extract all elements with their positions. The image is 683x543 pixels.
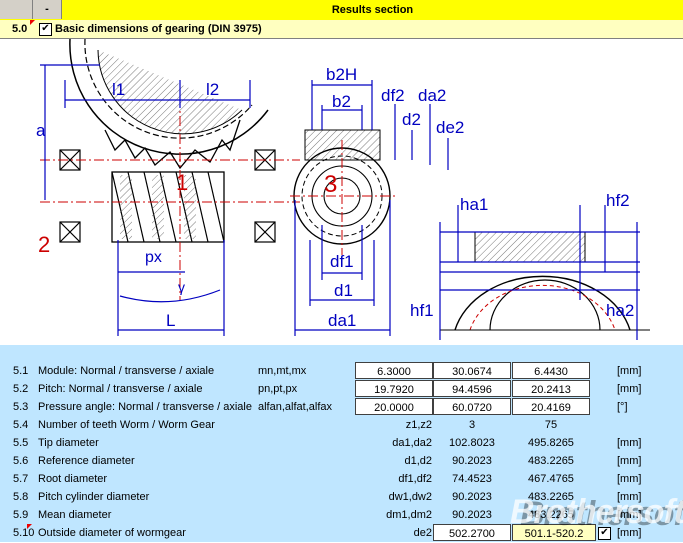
value-cell[interactable]: 20.2413 <box>512 380 590 397</box>
section-label: Basic dimensions of gearing (DIN 3975) <box>55 23 262 35</box>
table-row: 5.4 Number of teeth Worm / Worm Gear z1,… <box>0 416 683 434</box>
row-label: Pitch: Normal / transverse / axiale <box>38 383 203 395</box>
label-b2: b2 <box>332 92 351 111</box>
row-label: Root diameter <box>38 473 108 485</box>
value-cell[interactable]: 20.0000 <box>355 398 433 415</box>
row-number: 5.6 <box>13 455 29 467</box>
label-da2: da2 <box>418 86 446 105</box>
value-cell: 74.4523 <box>452 473 492 485</box>
label-a: a <box>36 121 46 140</box>
worm-front-view: b2H b2 3 df1 d1 da1 df2 da2 d2 de2 <box>290 65 464 336</box>
table-row: 5.2 Pitch: Normal / transverse / axiale … <box>0 380 683 398</box>
value-cell[interactable]: 6.3000 <box>355 362 433 379</box>
value-cell[interactable]: 6.4430 <box>512 362 590 379</box>
row-number: 5.7 <box>13 473 29 485</box>
label-l1: l1 <box>112 80 125 99</box>
comment-marker-icon <box>27 524 32 529</box>
row-label: Number of teeth Worm / Worm Gear <box>38 419 215 431</box>
row-number: 5.2 <box>13 383 29 395</box>
row-number: 5.1 <box>13 365 29 377</box>
row-label: Module: Normal / transverse / axiale <box>38 365 215 377</box>
collapse-button[interactable]: - <box>33 0 62 19</box>
worm-gear-side-view: l1 l2 a 1 2 px γ L <box>36 39 300 336</box>
value-cell[interactable]: 94.4596 <box>433 380 511 397</box>
value-cell: 467.4765 <box>528 473 574 485</box>
row-symbol: mn,mt,mx <box>258 365 307 377</box>
label-hf2: hf2 <box>606 191 630 210</box>
label-df1: df1 <box>330 252 354 271</box>
row-symbol: dw1,dw2 <box>388 491 432 503</box>
row-label: Mean diameter <box>38 509 112 521</box>
label-d2: d2 <box>402 110 421 129</box>
watermark-logo: Brothersoft <box>510 493 683 531</box>
value-cell: 90.2023 <box>452 509 492 521</box>
results-header-bar: - Results section <box>0 0 683 21</box>
table-row: 5.1 Module: Normal / transverse / axiale… <box>0 362 683 380</box>
label-de2: de2 <box>436 118 464 137</box>
tooth-profile-view: ha1 hf2 hf1 ha2 <box>410 191 650 340</box>
value-cell[interactable]: 30.0674 <box>433 362 511 379</box>
label-ha1: ha1 <box>460 195 488 214</box>
unit-label: [mm] <box>617 437 642 449</box>
row-number: 5.3 <box>13 401 29 413</box>
row-label: Tip diameter <box>38 437 99 449</box>
section-number: 5.0 <box>12 23 28 35</box>
table-row: 5.5 Tip diameter da1,da2 102.8023 495.82… <box>0 434 683 452</box>
unit-label: [mm] <box>617 455 642 467</box>
label-d1: d1 <box>334 281 353 300</box>
value-cell: 495.8265 <box>528 437 574 449</box>
label-hf1: hf1 <box>410 301 434 320</box>
value-cell: 90.2023 <box>452 491 492 503</box>
value-cell[interactable]: 60.0720 <box>433 398 511 415</box>
row-header-cell <box>0 0 33 19</box>
row-symbol: da1,da2 <box>392 437 432 449</box>
row-label: Pressure angle: Normal / transverse / ax… <box>38 401 252 413</box>
section-row: 5.0 ✔ Basic dimensions of gearing (DIN 3… <box>0 20 683 39</box>
value-cell: 102.8023 <box>449 437 495 449</box>
label-1: 1 <box>176 170 188 195</box>
label-da1: da1 <box>328 311 356 330</box>
row-label: Reference diameter <box>38 455 135 467</box>
table-row: 5.6 Reference diameter d1,d2 90.2023 483… <box>0 452 683 470</box>
row-number: 5.5 <box>13 437 29 449</box>
row-symbol: dm1,dm2 <box>386 509 432 521</box>
label-px: px <box>145 249 162 266</box>
value-cell[interactable]: 20.4169 <box>512 398 590 415</box>
row-symbol: alfan,alfat,alfax <box>258 401 332 413</box>
section-checkbox[interactable]: ✔ <box>39 23 52 36</box>
label-ha2: ha2 <box>606 301 634 320</box>
row-symbol: z1,z2 <box>405 419 432 431</box>
comment-marker-icon <box>30 20 35 25</box>
unit-label: [mm] <box>617 383 642 395</box>
value-cell: 75 <box>544 419 558 431</box>
value-cell[interactable]: 19.7920 <box>355 380 433 397</box>
value-cell: 3 <box>468 419 476 431</box>
results-section-title: Results section <box>331 4 414 16</box>
table-row: 5.3 Pressure angle: Normal / transverse … <box>0 398 683 416</box>
row-symbol: df1,df2 <box>398 473 432 485</box>
label-b2H: b2H <box>326 65 357 84</box>
value-cell: 502.2700 <box>433 524 511 541</box>
row-number: 5.4 <box>13 419 29 431</box>
row-number: 5.9 <box>13 509 29 521</box>
value-cell: 90.2023 <box>452 455 492 467</box>
row-symbol: pn,pt,px <box>258 383 298 395</box>
label-3: 3 <box>324 171 337 198</box>
gearing-drawing: l1 l2 a 1 2 px γ L b2H b2 3 df1 d1 da1 d… <box>0 39 683 345</box>
label-df2: df2 <box>381 86 405 105</box>
unit-label: [mm] <box>617 365 642 377</box>
row-number: 5.8 <box>13 491 29 503</box>
row-symbol: d1,d2 <box>404 455 432 467</box>
label-l2: l2 <box>206 80 219 99</box>
row-label: Outside diameter of wormgear <box>38 527 186 539</box>
label-2: 2 <box>38 232 50 257</box>
unit-label: [°] <box>617 401 628 413</box>
row-symbol: de2 <box>413 527 432 539</box>
row-label: Pitch cylinder diameter <box>38 491 150 503</box>
table-row: 5.7 Root diameter df1,df2 74.4523 467.47… <box>0 470 683 488</box>
label-L: L <box>166 311 175 330</box>
label-gamma: γ <box>178 279 185 295</box>
unit-label: [mm] <box>617 473 642 485</box>
value-cell: 483.2265 <box>528 455 574 467</box>
